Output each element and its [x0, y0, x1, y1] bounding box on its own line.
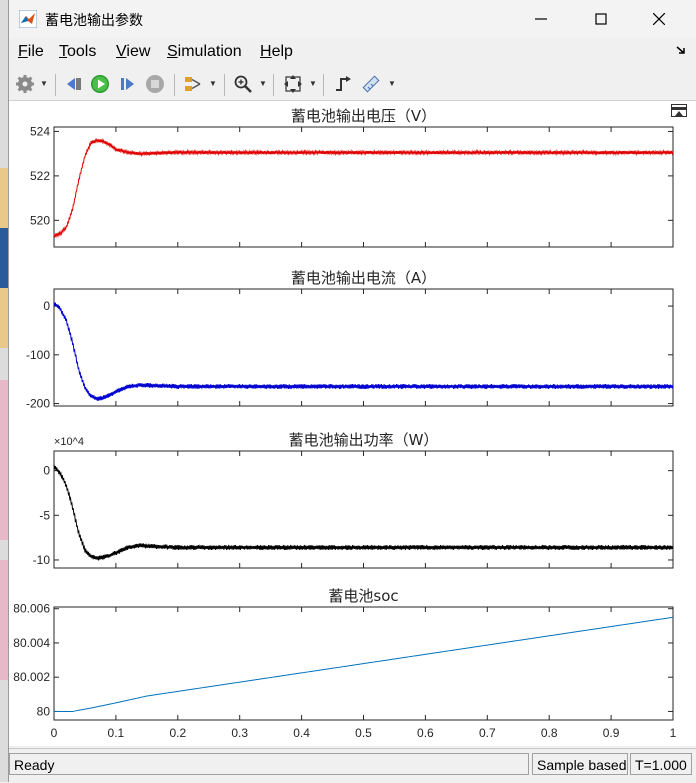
- x-tick-label: 0.3: [231, 726, 248, 740]
- stop-icon: [146, 75, 164, 93]
- axis-exponent-label: ×10^4: [54, 436, 84, 448]
- maximize-button[interactable]: [581, 4, 621, 34]
- y-tick-label: 80.004: [13, 636, 50, 650]
- y-tick-label: -5: [39, 508, 50, 522]
- run-button[interactable]: [88, 72, 112, 96]
- status-ready: Ready: [9, 753, 529, 775]
- scope-plots[interactable]: 蓄电池输出电压（V）520522524蓄电池输出电流（A）0-100-200蓄电…: [9, 101, 696, 746]
- triggers-button[interactable]: [331, 72, 355, 96]
- step-back-button[interactable]: [62, 72, 86, 96]
- close-button[interactable]: [639, 4, 679, 34]
- step-back-icon: [67, 78, 81, 90]
- y-tick-label: 80: [37, 704, 51, 718]
- y-tick-label: 522: [30, 169, 50, 183]
- toolbar-separator: [224, 74, 225, 96]
- x-tick-label: 0.5: [355, 726, 372, 740]
- undock-axes-button[interactable]: [671, 104, 687, 117]
- y-tick-label: 524: [30, 124, 50, 138]
- toolbar-separator: [323, 74, 324, 96]
- run-icon: [91, 75, 109, 93]
- zoom-icon: [234, 75, 252, 93]
- status-time: T=1.000: [630, 753, 692, 775]
- x-tick-label: 0.1: [108, 726, 125, 740]
- plot-title: 蓄电池soc: [328, 587, 398, 605]
- step-forward-icon: [121, 78, 134, 90]
- plot-title: 蓄电池输出电流（A）: [291, 269, 436, 287]
- signal-selector-button[interactable]: [181, 72, 205, 96]
- y-tick-label: 520: [30, 213, 50, 227]
- signal-selector-icon: [185, 77, 201, 91]
- scope-plot-area: 蓄电池输出电压（V） 520 522 524 蓄电池输出电流（A） 0 -100 -200 蓄电…: [9, 101, 696, 746]
- x-tick-label: 0.9: [603, 726, 620, 740]
- toolbar-separator: [174, 74, 175, 96]
- menu-tools[interactable]: Tools: [59, 43, 96, 61]
- status-bar: Ready Sample based T=1.000: [9, 748, 696, 783]
- settings-button[interactable]: [13, 72, 37, 96]
- minimize-button[interactable]: [521, 4, 561, 34]
- minimize-icon: [535, 18, 547, 20]
- fit-dropdown-icon[interactable]: ▼: [309, 79, 317, 88]
- y-tick-label: 80.006: [13, 602, 50, 616]
- settings-dropdown-icon[interactable]: ▼: [40, 79, 48, 88]
- matlab-logo-icon: [19, 10, 37, 28]
- zoom-button[interactable]: [231, 72, 255, 96]
- dock-arrow-icon[interactable]: [675, 44, 687, 56]
- x-tick-label: 0.8: [541, 726, 558, 740]
- cursor-measure-icon: [362, 75, 380, 93]
- x-tick-label: 0: [51, 726, 58, 740]
- step-forward-button[interactable]: [116, 72, 140, 96]
- axes-frame: [53, 450, 674, 569]
- settings-icon: [16, 75, 34, 93]
- stop-button[interactable]: [143, 72, 167, 96]
- toolbar-separator: [273, 74, 274, 96]
- menu-file[interactable]: File: [18, 43, 44, 61]
- x-tick-label: 0.4: [293, 726, 310, 740]
- axes-frame: [53, 126, 674, 248]
- fit-to-view-icon: [284, 75, 302, 93]
- y-tick-label: 80.002: [13, 670, 50, 684]
- y-tick-label: 0: [43, 299, 50, 313]
- plot-title: 蓄电池输出功率（W）: [289, 431, 439, 449]
- toolbar: ▼ ▼ ▼ ▼ ▼: [9, 68, 696, 101]
- zoom-dropdown-icon[interactable]: ▼: [259, 79, 267, 88]
- toolbar-separator: [55, 74, 56, 96]
- triggers-icon: [336, 76, 351, 91]
- menu-bar: File Tools View Simulation Help: [9, 40, 696, 66]
- x-tick-label: 0.6: [417, 726, 434, 740]
- x-tick-label: 0.2: [169, 726, 186, 740]
- scope-window: 蓄电池输出参数 File Tools View Simulation Help …: [8, 0, 696, 783]
- close-icon: [653, 13, 665, 25]
- x-tick-label: 0.7: [479, 726, 496, 740]
- y-tick-label: -200: [26, 397, 50, 411]
- cursor-measure-button[interactable]: [359, 72, 383, 96]
- menu-help[interactable]: Help: [260, 43, 293, 61]
- y-tick-label: -10: [33, 553, 51, 567]
- restore-icon: [672, 107, 686, 116]
- menu-simulation[interactable]: Simulation: [167, 43, 242, 61]
- measure-dropdown-icon[interactable]: ▼: [388, 79, 396, 88]
- maximize-icon: [595, 13, 607, 25]
- menu-view[interactable]: View: [116, 43, 150, 61]
- status-mode: Sample based: [532, 753, 628, 775]
- y-tick-label: -100: [26, 348, 50, 362]
- y-tick-label: 0: [43, 464, 50, 478]
- x-tick-label: 1: [670, 726, 677, 740]
- plot-title: 蓄电池输出电压（V）: [291, 107, 436, 125]
- fit-to-view-button[interactable]: [281, 72, 305, 96]
- signal-dropdown-icon[interactable]: ▼: [209, 79, 217, 88]
- window-title: 蓄电池输出参数: [45, 12, 143, 28]
- title-bar: 蓄电池输出参数: [9, 0, 696, 38]
